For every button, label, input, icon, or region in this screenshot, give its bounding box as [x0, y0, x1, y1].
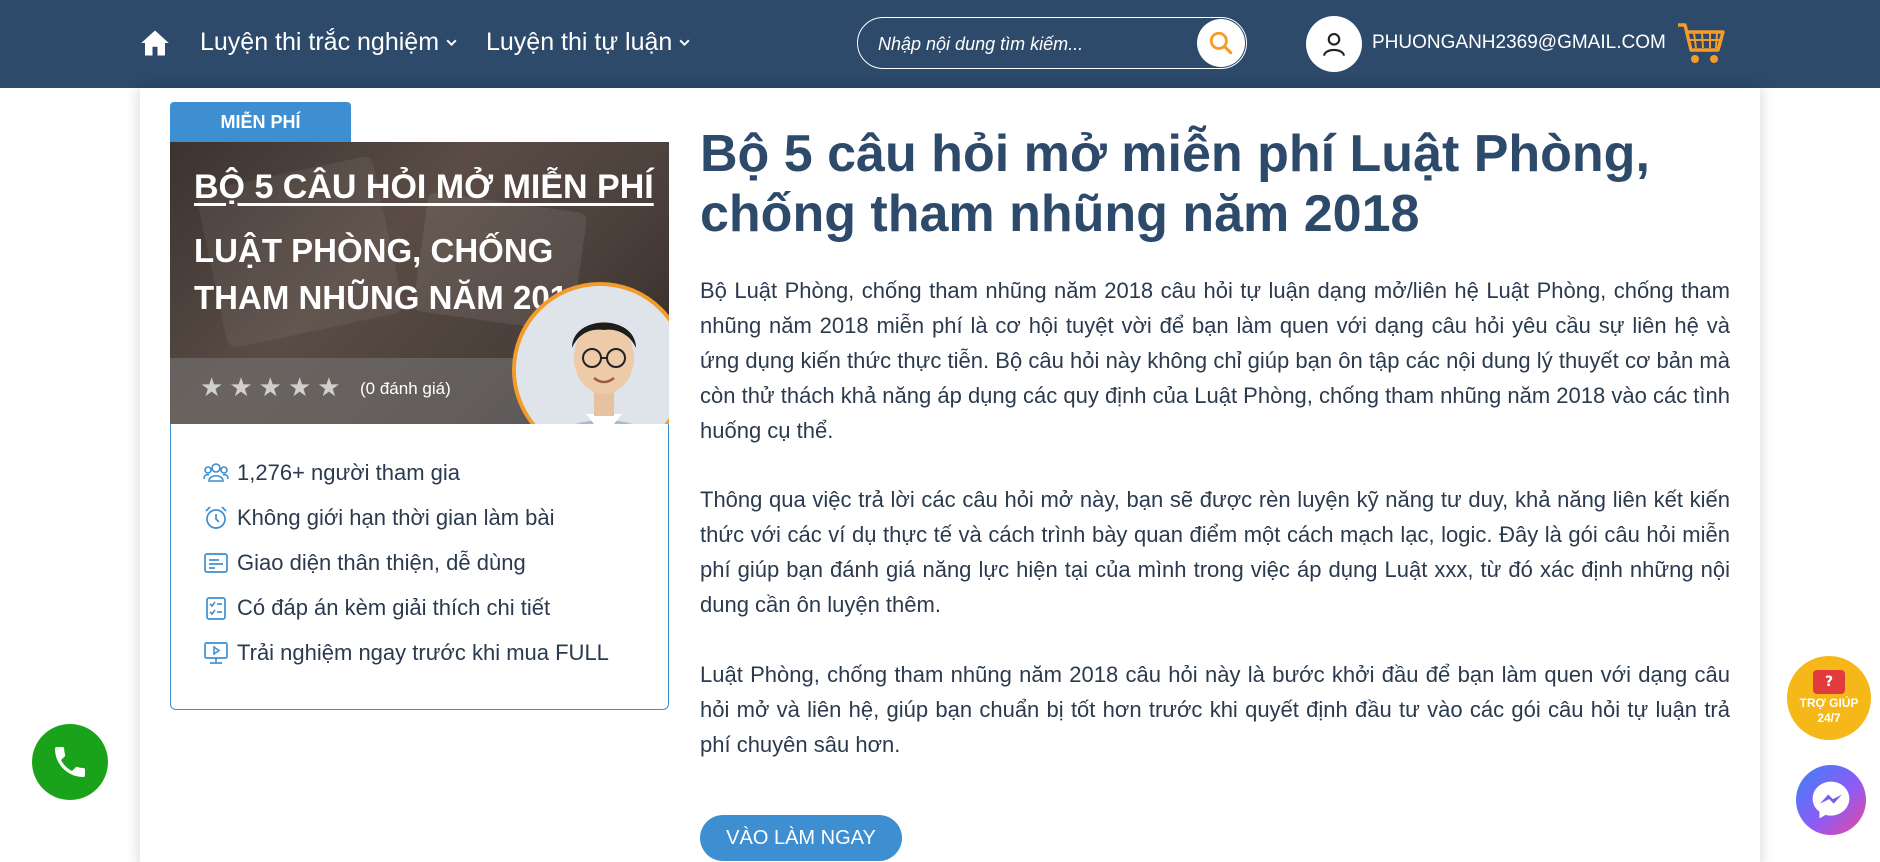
description-paragraph: Luật Phòng, chống tham nhũng năm 2018 câ… [700, 662, 1730, 757]
chevron-down-icon [446, 39, 457, 47]
rating-stars: ★ ★ ★ ★ ★ [200, 373, 341, 403]
checklist-icon [206, 597, 226, 620]
product-cover-image[interactable]: BỘ 5 CÂU HỎI MỞ MIỄN PHÍ LUẬT PHÒNG, CHỐ… [170, 142, 669, 424]
user-icon [1323, 33, 1345, 57]
help-label-line2: 24/7 [1817, 711, 1841, 725]
help-support-button[interactable]: ? TRỢ GIÚP 24/7 [1787, 656, 1871, 740]
messenger-icon [1812, 781, 1850, 819]
star-icon: ★ [229, 373, 253, 403]
feature-item: Giao diện thân thiện, dễ dùng [203, 550, 526, 576]
search-input[interactable] [878, 30, 1178, 58]
star-icon: ★ [200, 373, 224, 403]
help-label-line1: TRỢ GIÚP [1799, 696, 1859, 710]
chevron-down-icon [679, 39, 690, 47]
description-paragraph: Thông qua việc trả lời các câu hỏi mở nà… [700, 487, 1730, 617]
nav-trac-nghiem[interactable]: Luyện thi trắc nghiệm [200, 28, 458, 57]
help-label: TRỢ GIÚP 24/7 [1800, 696, 1859, 726]
feature-item: Có đáp án kèm giải thích chi tiết [203, 595, 550, 621]
users-icon [203, 463, 229, 482]
user-avatar[interactable] [1306, 16, 1362, 72]
person-illustration [516, 286, 669, 424]
feature-label: Giao diện thân thiện, dễ dùng [237, 550, 526, 575]
feature-item: Không giới hạn thời gian làm bài [203, 505, 555, 531]
monitor-play-icon [204, 642, 228, 664]
user-email[interactable]: PHUONGANH2369@GMAIL.COM [1372, 32, 1666, 54]
nav-tu-luan-label: Luyện thi tự luận [486, 28, 673, 56]
features-list: 1,276+ người tham gia Không giới hạn thờ… [170, 424, 669, 710]
feature-label: 1,276+ người tham gia [237, 460, 461, 485]
feature-label: Không giới hạn thời gian làm bài [237, 505, 555, 530]
search-box [857, 17, 1247, 69]
nav-tu-luan[interactable]: Luyện thi tự luận [486, 28, 691, 57]
feature-label: Trải nghiệm ngay trước khi mua FULL [237, 640, 609, 665]
description-paragraph: Bộ Luật Phòng, chống tham nhũng năm 2018… [700, 278, 1730, 443]
interface-icon [204, 553, 228, 573]
feature-item: Trải nghiệm ngay trước khi mua FULL [203, 640, 609, 666]
feature-item: 1,276+ người tham gia [203, 460, 460, 486]
help-bubble-icon: ? [1813, 670, 1845, 694]
cover-title-line1: BỘ 5 CÂU HỎI MỞ MIỄN PHÍ [194, 168, 654, 206]
home-icon[interactable] [140, 28, 170, 58]
messenger-button[interactable] [1796, 765, 1866, 835]
feature-label: Có đáp án kèm giải thích chi tiết [237, 595, 551, 620]
star-icon: ★ [317, 373, 341, 403]
rating-count: (0 đánh giá) [360, 379, 451, 398]
start-now-button[interactable]: VÀO LÀM NGAY [700, 815, 902, 861]
search-icon [1209, 31, 1233, 55]
search-button[interactable] [1197, 19, 1245, 67]
nav-trac-nghiem-label: Luyện thi trắc nghiệm [200, 28, 440, 56]
call-button[interactable] [32, 724, 108, 800]
alarm-clock-icon [205, 506, 227, 529]
phone-icon [55, 747, 85, 777]
star-icon: ★ [287, 373, 312, 403]
free-badge: MIỄN PHÍ [170, 102, 351, 142]
page-title: Bộ 5 câu hỏi mở miễn phí Luật Phòng, chố… [700, 125, 1650, 243]
star-icon: ★ [258, 373, 282, 403]
top-navbar: Luyện thi trắc nghiệm Luyện thi tự luận … [0, 0, 1880, 88]
cart-icon[interactable] [1676, 20, 1726, 66]
